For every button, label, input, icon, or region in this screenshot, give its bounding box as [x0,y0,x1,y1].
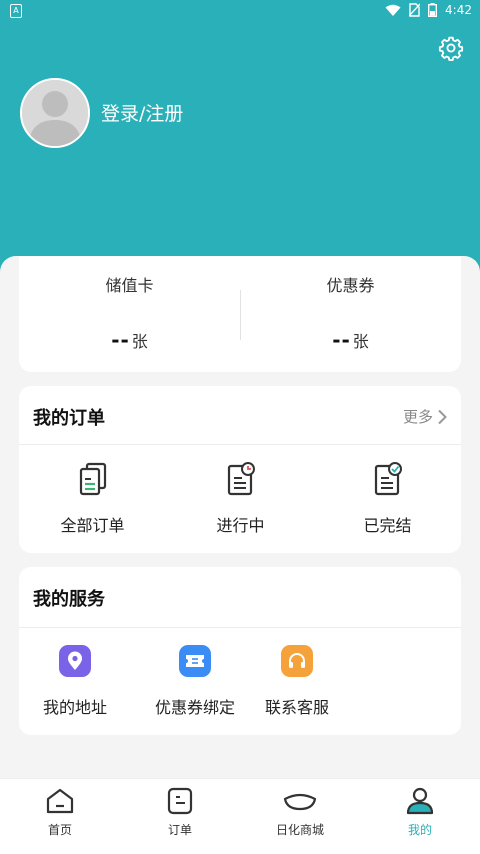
tab-profile-label: 我的 [407,823,432,837]
bottom-tab-bar: 首页 订单 日化商城 我的 [0,778,480,854]
divider [19,444,461,445]
contact-service-button[interactable]: 联系客服 [251,645,343,718]
tab-orders-label: 订单 [167,823,192,837]
location-icon [59,645,91,677]
clock: 4:42 [445,3,472,17]
coupon-binding-button[interactable]: 优惠券绑定 [139,645,251,718]
gear-icon [438,36,464,61]
tab-mall[interactable]: 日化商城 [240,787,360,838]
settings-button[interactable] [438,35,464,61]
ticket-icon [179,645,211,677]
contact-service-label: 联系客服 [264,698,329,717]
balance-card: 储值卡 -- 张 优惠券 -- 张 [19,256,461,372]
no-sim-icon [409,3,421,17]
in-progress-label: 进行中 [216,516,265,535]
services-card: 我的服务 我的地址 优惠券绑定 联系客服 [19,567,461,735]
completed-orders-button[interactable]: 已完结 [334,462,441,536]
more-label: 更多 [402,408,433,426]
orders-card: 我的订单 更多 全部订单 进行中 已完结 [19,386,461,553]
coupon-binding-label: 优惠券绑定 [154,698,235,717]
divider [19,627,461,628]
default-avatar-icon [22,80,88,146]
stored-value-card-unit: 张 [131,332,148,351]
tab-home-label: 首页 [47,823,72,837]
completed-icon [374,462,402,496]
tab-profile[interactable]: 我的 [360,787,480,838]
status-bar: A 4:42 [0,0,480,22]
login-register-link[interactable]: 登录/注册 [101,99,183,126]
services-title: 我的服务 [33,589,105,610]
stored-value-card-label: 储值卡 [105,276,154,295]
notification-icon: A [10,4,22,18]
mall-icon [283,793,317,811]
my-address-button[interactable]: 我的地址 [29,645,121,718]
tab-orders[interactable]: 订单 [120,787,240,838]
avatar[interactable] [20,78,90,148]
coupon-unit: 张 [352,332,369,351]
all-orders-label: 全部订单 [60,516,125,535]
my-address-label: 我的地址 [42,698,107,717]
completed-label: 已完结 [363,516,412,535]
coupon-label: 优惠券 [326,276,375,295]
in-progress-icon [227,462,255,496]
profile-icon [406,787,434,815]
battery-icon [428,3,438,17]
tab-home[interactable]: 首页 [0,787,120,838]
in-progress-orders-button[interactable]: 进行中 [187,462,294,536]
all-orders-icon [79,462,106,496]
stored-value-card-count: -- [111,328,130,352]
order-icon [167,787,193,815]
orders-title: 我的订单 [33,408,105,429]
headset-icon [281,645,313,677]
orders-more-link[interactable]: 更多 [403,406,447,427]
home-icon [46,788,74,814]
wifi-icon [385,4,401,16]
coupon-item[interactable]: 优惠券 -- 张 [240,256,461,372]
all-orders-button[interactable]: 全部订单 [39,462,146,536]
stored-value-card-item[interactable]: 储值卡 -- 张 [19,256,240,372]
tab-mall-label: 日化商城 [275,823,324,837]
coupon-count: -- [332,328,351,352]
chevron-right-icon [438,409,447,424]
